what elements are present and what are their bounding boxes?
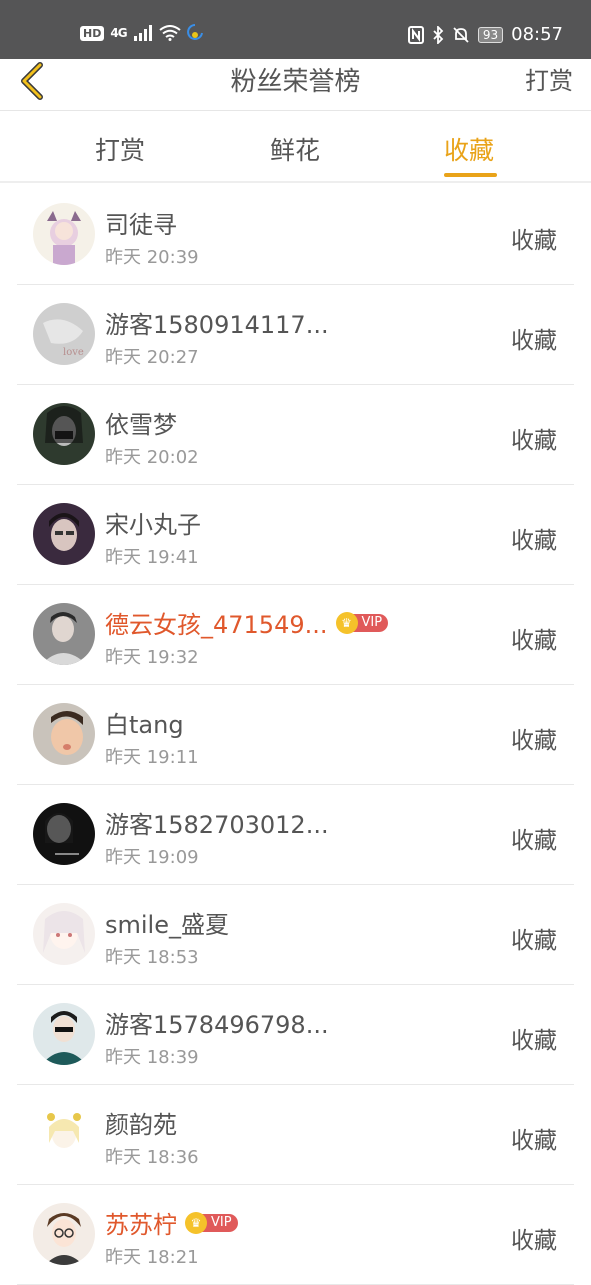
action-label: 收藏 <box>511 428 557 454</box>
list-item[interactable]: 白tang 昨天 19:11 收藏 <box>17 685 574 785</box>
user-name: 游客1578496798... <box>105 1005 329 1040</box>
list-item[interactable]: 司徒寻 昨天 20:39 收藏 <box>17 185 574 285</box>
user-name: 游客1582703012... <box>105 805 329 840</box>
avatar <box>33 503 95 565</box>
signal-icon <box>133 25 152 41</box>
fan-list: 司徒寻 昨天 20:39 收藏 love 游客1580914117... 昨天 … <box>0 185 591 1285</box>
user-name-text: 白tang <box>105 711 184 739</box>
timestamp: 昨天 18:21 <box>105 1247 199 1268</box>
hd-indicator: HD <box>80 25 105 41</box>
avatar <box>33 803 95 865</box>
user-name: 宋小丸子 <box>105 505 201 540</box>
avatar <box>33 903 95 965</box>
user-name: smile_盛夏 <box>105 905 229 940</box>
user-name: 颜韵苑 <box>105 1105 177 1140</box>
network-label: 4G <box>110 26 127 40</box>
list-item[interactable]: 游客1582703012... 昨天 19:09 收藏 <box>17 785 574 885</box>
user-name-text: 苏苏柠 <box>105 1211 177 1239</box>
list-item[interactable]: smile_盛夏 昨天 18:53 收藏 <box>17 885 574 985</box>
list-item[interactable]: 游客1578496798... 昨天 18:39 收藏 <box>17 985 574 1085</box>
avatar <box>33 203 95 265</box>
user-name-text: 宋小丸子 <box>105 511 201 539</box>
mute-bell-icon <box>453 26 469 43</box>
avatar <box>33 603 95 665</box>
timestamp: 昨天 19:11 <box>105 747 199 768</box>
page-title: 粉丝荣誉榜 <box>230 67 361 97</box>
wifi-icon <box>158 25 181 41</box>
user-name-text: 游客1578496798... <box>105 1011 329 1039</box>
user-name-text: 颜韵苑 <box>105 1111 177 1139</box>
timestamp: 昨天 20:27 <box>105 347 199 368</box>
user-name: 苏苏柠 ♛ VIP <box>105 1205 238 1240</box>
crown-icon: ♛ <box>335 611 358 634</box>
user-name: 白tang <box>105 705 184 740</box>
user-name-text: 游客1580914117... <box>105 311 329 339</box>
vip-badge: ♛ VIP <box>335 611 389 634</box>
user-name: 司徒寻 <box>105 205 177 240</box>
user-name: 德云女孩_471549... ♛ VIP <box>105 605 389 640</box>
timestamp: 昨天 19:41 <box>105 547 199 568</box>
status-left: HD 4G <box>80 24 203 42</box>
nfc-icon <box>407 25 424 44</box>
user-name-text: 司徒寻 <box>105 211 177 239</box>
active-tab-indicator <box>444 173 497 177</box>
clock: 08:57 <box>511 24 563 45</box>
list-item[interactable]: love 游客1580914117... 昨天 20:27 收藏 <box>17 285 574 385</box>
user-name-text: 德云女孩_471549... <box>105 611 328 639</box>
tab-flowers[interactable]: 鲜花 <box>270 131 320 167</box>
data-saver-icon <box>186 24 203 40</box>
list-item[interactable]: 颜韵苑 昨天 18:36 收藏 <box>17 1085 574 1185</box>
timestamp: 昨天 18:36 <box>105 1147 199 1168</box>
reward-button[interactable]: 打赏 <box>525 61 573 96</box>
action-label: 收藏 <box>511 228 557 254</box>
status-right: 93 08:57 <box>407 24 563 45</box>
battery-level: 93 <box>477 26 504 43</box>
action-label: 收藏 <box>511 1028 557 1054</box>
timestamp: 昨天 19:32 <box>105 647 199 668</box>
status-bar: HD 4G 93 08:57 <box>0 0 591 59</box>
list-item[interactable]: 依雪梦 昨天 20:02 收藏 <box>17 385 574 485</box>
action-label: 收藏 <box>511 1228 557 1254</box>
user-name: 游客1580914117... <box>105 305 329 340</box>
avatar <box>33 1203 95 1265</box>
list-item[interactable]: 苏苏柠 ♛ VIP 昨天 18:21 收藏 <box>17 1185 574 1285</box>
crown-icon: ♛ <box>185 1211 207 1234</box>
vip-badge: ♛ VIP <box>185 1211 238 1234</box>
timestamp: 昨天 20:39 <box>105 247 199 268</box>
action-label: 收藏 <box>511 528 557 554</box>
avatar <box>33 403 95 465</box>
app-header: 粉丝荣誉榜 打赏 <box>0 59 591 111</box>
list-item[interactable]: 德云女孩_471549... ♛ VIP 昨天 19:32 收藏 <box>17 585 574 685</box>
list-item[interactable]: 宋小丸子 昨天 19:41 收藏 <box>17 485 574 585</box>
action-label: 收藏 <box>511 328 557 354</box>
timestamp: 昨天 18:53 <box>105 947 199 968</box>
user-name-text: 游客1582703012... <box>105 811 329 839</box>
user-name-text: 依雪梦 <box>105 411 177 439</box>
action-label: 收藏 <box>511 1128 557 1154</box>
avatar <box>33 1003 95 1065</box>
tab-reward[interactable]: 打赏 <box>95 131 145 167</box>
action-label: 收藏 <box>511 828 557 854</box>
avatar: love <box>33 303 95 365</box>
user-name-text: smile_盛夏 <box>105 911 229 939</box>
svg-text:love: love <box>63 347 84 358</box>
timestamp: 昨天 20:02 <box>105 447 199 468</box>
tab-favorites[interactable]: 收藏 <box>444 131 494 167</box>
action-label: 收藏 <box>511 628 557 654</box>
tab-bar: 打赏 鲜花 收藏 <box>0 111 591 183</box>
avatar <box>33 703 95 765</box>
user-name: 依雪梦 <box>105 405 177 440</box>
action-label: 收藏 <box>511 928 557 954</box>
avatar <box>33 1103 95 1165</box>
timestamp: 昨天 19:09 <box>105 847 199 868</box>
bluetooth-icon <box>433 25 444 44</box>
action-label: 收藏 <box>511 728 557 754</box>
timestamp: 昨天 18:39 <box>105 1047 199 1068</box>
